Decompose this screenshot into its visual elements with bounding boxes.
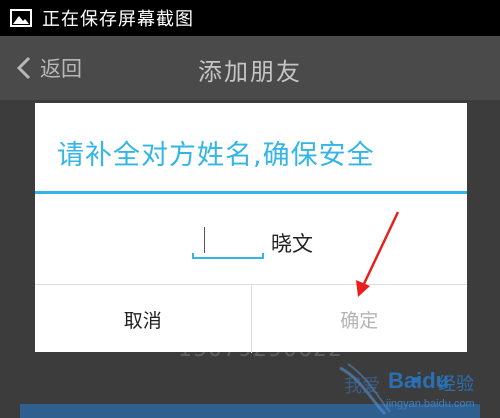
status-bar: 正在保存屏幕截图 bbox=[0, 0, 500, 36]
status-text: 正在保存屏幕截图 bbox=[42, 9, 194, 30]
given-name-label: 晓文 bbox=[271, 232, 313, 256]
surname-input[interactable] bbox=[192, 223, 264, 259]
confirm-button[interactable]: 确定 bbox=[252, 285, 468, 353]
watermark-jingyan: 经验 bbox=[438, 374, 474, 395]
text-cursor bbox=[204, 227, 205, 253]
app-header: 返回 添加朋友 bbox=[0, 36, 500, 100]
name-dialog: 请补全对方姓名,确保安全 晓文 取消 确定 bbox=[35, 103, 467, 353]
page-title: 添加朋友 bbox=[198, 58, 302, 86]
cancel-button[interactable]: 取消 bbox=[35, 285, 252, 353]
picture-icon bbox=[10, 9, 32, 27]
watermark-text: 我爱 bbox=[344, 376, 380, 397]
dialog-button-row: 取消 确定 bbox=[35, 284, 467, 353]
watermark-url: jingyan.baidu.com bbox=[386, 398, 475, 410]
name-row: 晓文 bbox=[35, 194, 467, 284]
dialog-title: 请补全对方姓名,确保安全 bbox=[57, 140, 375, 171]
baidu-jingyan-watermark: 我爱 Baidu 经验 jingyan.baidu.com bbox=[330, 358, 500, 418]
